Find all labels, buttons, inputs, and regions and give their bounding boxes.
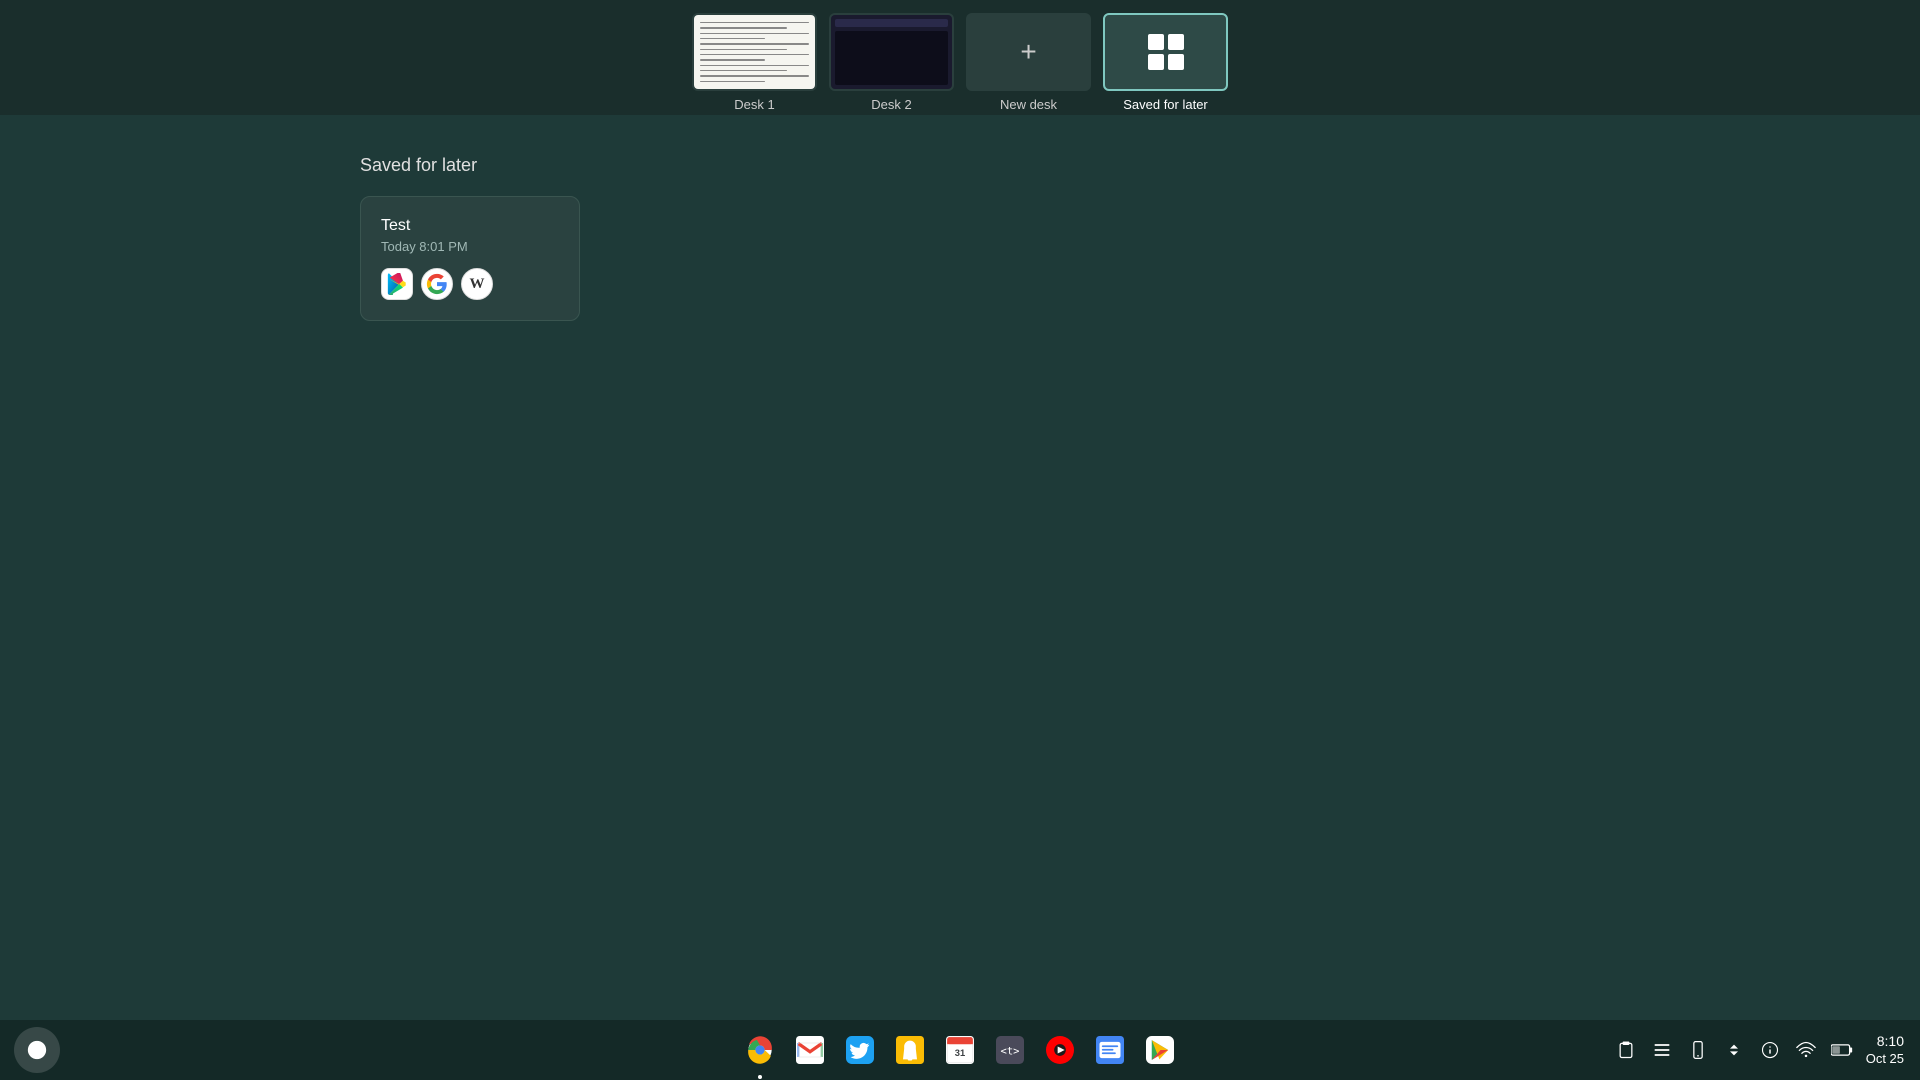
taskbar-gmail[interactable] xyxy=(787,1027,833,1073)
desk-switcher-bar: Desk 1 Desk 2 + New desk Saved for later xyxy=(0,0,1920,115)
desk-item-1[interactable]: Desk 1 xyxy=(692,13,817,112)
desk-2-thumbnail[interactable] xyxy=(829,13,954,91)
taskbar-chrome[interactable] xyxy=(737,1027,783,1073)
chrome-icon xyxy=(746,1036,774,1064)
desk-2-label: Desk 2 xyxy=(871,97,911,112)
play-store-app-icon[interactable] xyxy=(381,268,413,300)
taskbar: 31 <t> xyxy=(0,1020,1920,1080)
main-content-area: Saved for later Test Today 8:01 PM xyxy=(0,115,1920,1020)
launcher-icon xyxy=(26,1039,48,1061)
launcher-button[interactable] xyxy=(14,1027,60,1073)
wikipedia-app-icon[interactable]: W xyxy=(461,268,493,300)
battery-status-icon[interactable] xyxy=(1830,1038,1854,1062)
info-status-icon[interactable] xyxy=(1758,1038,1782,1062)
date-display: Oct 25 xyxy=(1866,1051,1904,1068)
svg-text:<t>: <t> xyxy=(1001,1046,1020,1058)
card-time: Today 8:01 PM xyxy=(381,239,559,254)
desk-item-saved[interactable]: Saved for later xyxy=(1103,13,1228,112)
google-app-icon[interactable] xyxy=(421,268,453,300)
new-desk-label: New desk xyxy=(1000,97,1057,112)
taskbar-calendar[interactable]: 31 xyxy=(937,1027,983,1073)
taskbar-files[interactable] xyxy=(1087,1027,1133,1073)
desk-item-2[interactable]: Desk 2 xyxy=(829,13,954,112)
saved-desk-thumbnail[interactable] xyxy=(1103,13,1228,91)
taskbar-play[interactable] xyxy=(1137,1027,1183,1073)
keep-icon xyxy=(896,1036,924,1064)
menu-status-icon[interactable] xyxy=(1650,1038,1674,1062)
active-dot xyxy=(758,1075,762,1079)
saved-desk-label: Saved for later xyxy=(1123,97,1208,112)
section-title: Saved for later xyxy=(360,155,1920,176)
calendar-icon: 31 xyxy=(946,1036,974,1064)
twitter-icon xyxy=(846,1036,874,1064)
files-icon xyxy=(1096,1036,1124,1064)
taskbar-ytmusic[interactable] xyxy=(1037,1027,1083,1073)
taskbar-keep[interactable] xyxy=(887,1027,933,1073)
ytmusic-icon xyxy=(1046,1036,1074,1064)
svg-text:31: 31 xyxy=(955,1048,965,1058)
status-datetime[interactable]: 8:10 Oct 25 xyxy=(1866,1032,1904,1067)
terminal-icon: <t> xyxy=(996,1036,1024,1064)
wifi-status-icon[interactable] xyxy=(1794,1038,1818,1062)
desk-1-label: Desk 1 xyxy=(734,97,774,112)
taskbar-twitter[interactable] xyxy=(837,1027,883,1073)
taskbar-icons-group: 31 <t> xyxy=(737,1027,1183,1073)
gmail-icon xyxy=(796,1036,824,1064)
clipboard-status-icon[interactable] xyxy=(1614,1038,1638,1062)
plus-icon: + xyxy=(1020,38,1036,66)
taskbar-terminal[interactable]: <t> xyxy=(987,1027,1033,1073)
new-desk-thumbnail[interactable]: + xyxy=(966,13,1091,91)
desk-item-new[interactable]: + New desk xyxy=(966,13,1091,112)
play-icon xyxy=(1146,1036,1174,1064)
time-display: 8:10 xyxy=(1877,1032,1904,1050)
card-app-icons: W xyxy=(381,268,559,300)
network-arrows-icon[interactable] xyxy=(1722,1038,1746,1062)
status-bar: 8:10 Oct 25 xyxy=(1598,1020,1920,1080)
grid-icon xyxy=(1148,34,1184,70)
wiki-letter: W xyxy=(470,276,485,293)
saved-card[interactable]: Test Today 8:01 PM xyxy=(360,196,580,321)
card-title: Test xyxy=(381,217,559,235)
desk-1-thumbnail[interactable] xyxy=(692,13,817,91)
device-status-icon[interactable] xyxy=(1686,1038,1710,1062)
